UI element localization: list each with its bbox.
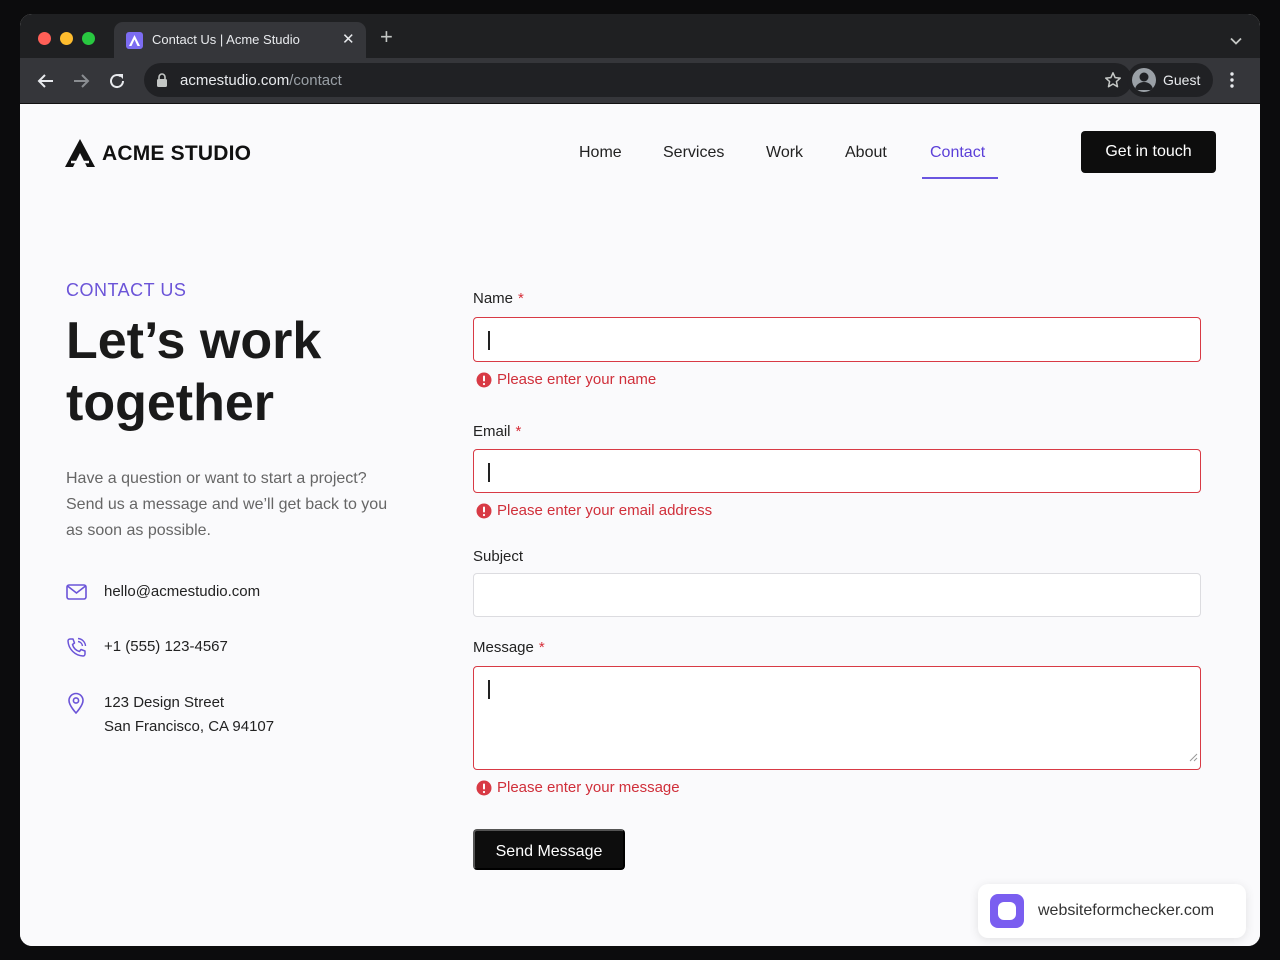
nav-link-services[interactable]: Services (663, 144, 724, 162)
intro-text: Have a question or want to start a proje… (66, 470, 388, 539)
section-eyebrow: CONTACT US (66, 280, 187, 300)
phone-icon (66, 637, 87, 663)
contact-address-line1: 123 Design Street (104, 694, 225, 711)
site-favicon-icon (126, 32, 143, 49)
error-icon (476, 780, 492, 800)
bookmark-star-icon[interactable] (1104, 71, 1122, 94)
contact-phone-text[interactable]: +1 (555) 123-4567 (104, 635, 228, 659)
send-message-button[interactable]: Send Message (473, 829, 625, 870)
message-label: Message * (473, 639, 545, 656)
profile-avatar-icon (1132, 68, 1156, 92)
message-textarea[interactable] (473, 666, 1201, 770)
web-page: ACME STUDIO Home Services Work About Con… (20, 104, 1260, 946)
error-icon (476, 503, 492, 523)
location-pin-icon (66, 692, 86, 719)
browser-menu-icon[interactable] (1230, 71, 1234, 94)
required-asterisk: * (538, 639, 545, 656)
acme-logo-icon (65, 139, 95, 167)
message-error-text: Please enter your message (497, 779, 680, 796)
mail-icon (66, 584, 87, 605)
name-label: Name * (473, 290, 524, 307)
close-tab-icon[interactable]: ✕ (342, 30, 355, 48)
websiteformchecker-logo-icon (990, 894, 1024, 928)
minimize-window-button[interactable] (60, 32, 73, 45)
reload-icon[interactable] (107, 71, 127, 91)
back-arrow-icon[interactable] (36, 71, 56, 91)
active-nav-indicator (922, 177, 998, 179)
new-tab-icon[interactable]: + (380, 26, 393, 48)
lock-icon[interactable] (156, 73, 168, 92)
text-caret (488, 463, 490, 482)
email-label: Email * (473, 423, 522, 440)
browser-tab-active[interactable]: Contact Us | Acme Studio ✕ (114, 22, 366, 58)
page-title: Let’s work together (66, 312, 322, 432)
name-input[interactable] (473, 317, 1201, 362)
logo-text: ACME STUDIO (102, 142, 252, 165)
browser-toolbar: acmestudio.com/contact Guest (20, 58, 1260, 104)
url-text: acmestudio.com/contact (180, 72, 342, 89)
contact-email-text[interactable]: hello@acmestudio.com (104, 580, 260, 604)
tab-title: Contact Us | Acme Studio (152, 32, 300, 47)
close-window-button[interactable] (38, 32, 51, 45)
address-bar[interactable]: acmestudio.com/contact (144, 63, 1132, 97)
badge-text: websiteformchecker.com (1038, 902, 1215, 919)
nav-link-home[interactable]: Home (579, 144, 622, 162)
maximize-window-button[interactable] (82, 32, 95, 45)
nav-link-contact[interactable]: Contact (930, 144, 985, 162)
nav-link-work[interactable]: Work (766, 144, 803, 162)
get-in-touch-button[interactable]: Get in touch (1081, 131, 1216, 173)
required-asterisk: * (518, 290, 524, 307)
profile-button[interactable]: Guest (1127, 63, 1213, 97)
tab-bar: Contact Us | Acme Studio ✕ + (20, 14, 1260, 58)
subject-label: Subject (473, 548, 524, 565)
email-input[interactable] (473, 449, 1201, 493)
nav-link-about[interactable]: About (845, 144, 887, 162)
websiteformchecker-badge[interactable]: websiteformchecker.com (978, 884, 1246, 938)
required-asterisk: * (515, 423, 522, 440)
tab-search-chevron-icon[interactable] (1230, 32, 1242, 50)
text-caret (488, 331, 490, 350)
profile-label: Guest (1163, 72, 1201, 88)
name-error-text: Please enter your name (497, 371, 657, 388)
browser-window: Contact Us | Acme Studio ✕ + acmestudio.… (20, 14, 1260, 946)
text-caret (488, 680, 490, 699)
contact-address-line2: San Francisco, CA 94107 (104, 718, 275, 735)
error-icon (476, 372, 492, 392)
forward-arrow-icon[interactable] (71, 71, 91, 91)
email-error-text: Please enter your email address (497, 502, 713, 519)
subject-input[interactable] (473, 573, 1201, 617)
resize-handle-icon[interactable] (1189, 749, 1198, 767)
